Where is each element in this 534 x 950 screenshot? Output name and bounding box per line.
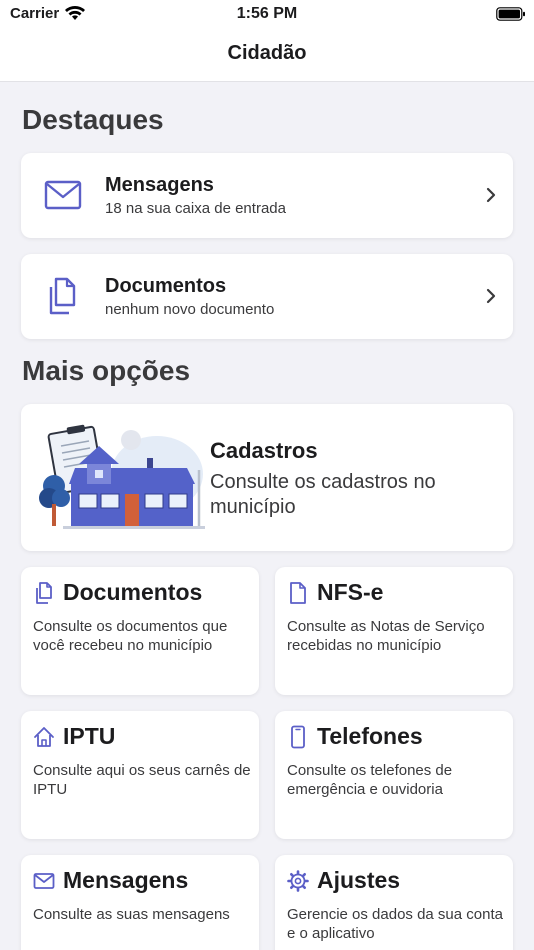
house-clipboard-illustration [39, 424, 205, 529]
tile-iptu[interactable]: IPTU Consulte aqui os seus carnês de IPT… [21, 711, 259, 839]
chevron-right-icon [486, 187, 496, 203]
battery-icon [496, 7, 525, 21]
cadastros-card[interactable]: Cadastros Consulte os cadastros no munic… [21, 404, 513, 551]
phone-icon [291, 725, 305, 749]
envelope-icon [44, 180, 82, 210]
tile-settings[interactable]: Ajustes Gerencie os dados da sua conta e… [275, 855, 513, 950]
documents-icon [49, 277, 76, 315]
documents-icon [36, 582, 52, 604]
tile-iptu-title: IPTU [63, 723, 116, 749]
section-title-more-options: Mais opções [22, 355, 191, 386]
navigation-bar: Cidadão [0, 30, 534, 82]
cadastros-description: Consulte os cadastros no município [210, 471, 436, 518]
tile-documents-description: Consulte os documentos que você recebeu … [33, 618, 228, 654]
tile-settings-description: Gerencie os dados da sua conta e o aplic… [287, 906, 503, 942]
tile-nfse-title: NFS-e [317, 579, 384, 605]
tile-nfse-description: Consulte as Notas de Serviço recebidas n… [287, 618, 485, 654]
tile-phones-title: Telefones [317, 723, 423, 749]
tile-documents-title: Documentos [63, 579, 203, 605]
cadastros-title: Cadastros [210, 438, 318, 463]
highlight-messages-subtitle: 18 na sua caixa de entrada [105, 200, 286, 217]
highlight-documents-subtitle: nenhum novo documento [105, 301, 275, 318]
highlight-documents-card[interactable]: Documentos nenhum novo documento [21, 254, 513, 339]
tile-nfse[interactable]: NFS-e Consulte as Notas de Serviço receb… [275, 567, 513, 695]
gear-icon [287, 870, 309, 892]
chevron-right-icon [486, 288, 496, 304]
tile-documents[interactable]: Documentos Consulte os documentos que vo… [21, 567, 259, 695]
document-icon [290, 582, 306, 604]
envelope-icon [33, 873, 55, 889]
highlight-messages-title: Mensagens [105, 174, 214, 196]
tile-messages-title: Mensagens [63, 867, 189, 893]
tile-phones[interactable]: Telefones Consulte os telefones de emerg… [275, 711, 513, 839]
highlight-documents-title: Documentos [105, 275, 227, 297]
status-bar: Carrier 1:56 PM [0, 0, 534, 30]
section-title-highlights: Destaques [22, 104, 164, 135]
nav-title: Cidadão [227, 42, 307, 64]
tile-iptu-description: Consulte aqui os seus carnês de IPTU [33, 762, 251, 798]
house-icon [34, 727, 54, 747]
clock: 1:56 PM [236, 5, 298, 22]
highlight-messages-card[interactable]: Mensagens 18 na sua caixa de entrada [21, 153, 513, 238]
tile-settings-title: Ajustes [317, 867, 401, 893]
tile-messages-description: Consulte as suas mensagens [33, 906, 230, 923]
tile-messages[interactable]: Mensagens Consulte as suas mensagens [21, 855, 259, 950]
tile-phones-description: Consulte os telefones de emergência e ou… [287, 762, 453, 798]
